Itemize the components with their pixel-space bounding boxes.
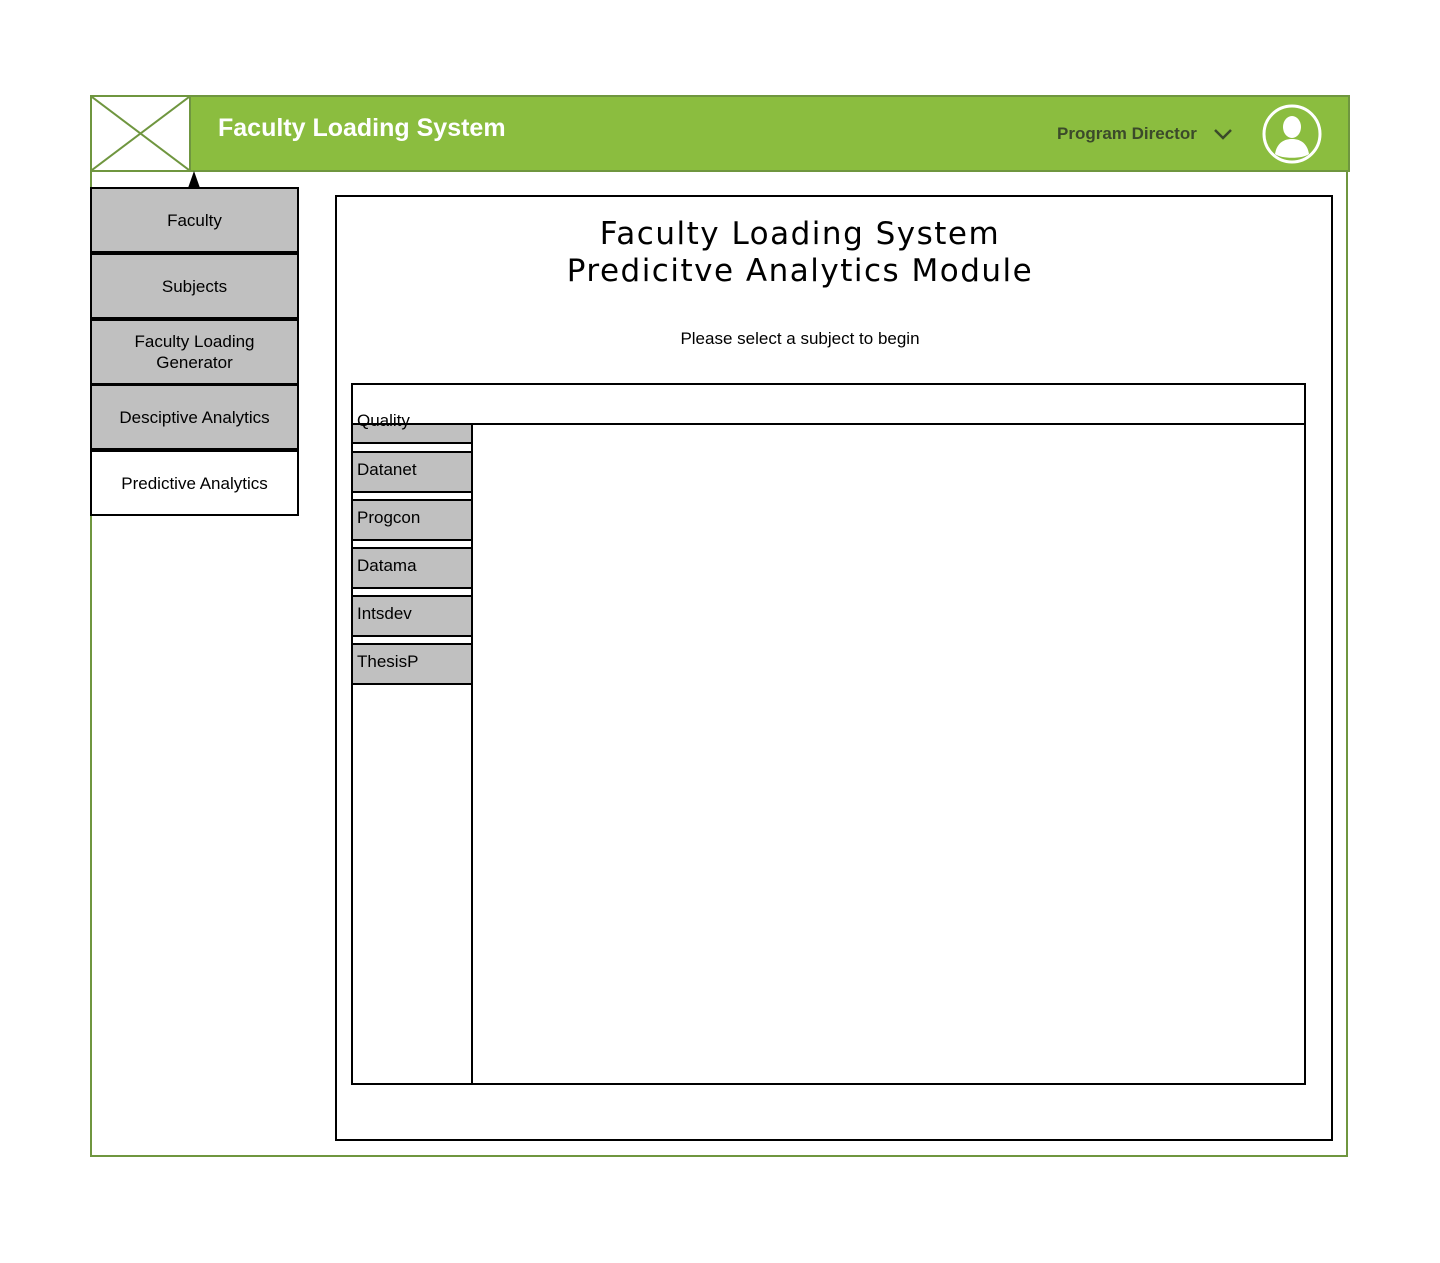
sidebar-item-label: Faculty — [167, 210, 222, 230]
module-title: Faculty Loading System Predicitve Analyt… — [500, 216, 1100, 290]
app-title: Faculty Loading System — [218, 114, 506, 142]
module-title-line-1: Faculty Loading System — [599, 216, 1001, 252]
sidebar-item-label: Faculty Loading Generator — [134, 332, 255, 372]
analytics-result-area — [471, 423, 1306, 1085]
sidebar-item-predictive-analytics[interactable]: Predictive Analytics — [90, 450, 299, 516]
user-avatar-icon[interactable] — [1261, 104, 1323, 164]
sidebar-item-label: Desciptive Analytics — [119, 407, 270, 427]
subject-label: Intsdev — [357, 604, 412, 623]
subject-label: Datama — [357, 556, 417, 575]
module-title-line-2: Predicitve Analytics Module — [566, 253, 1034, 289]
subject-label: Datanet — [357, 460, 417, 479]
subject-label: Quality — [357, 411, 410, 430]
sidebar-item-label: Predictive Analytics — [121, 473, 268, 493]
sidebar-item-subjects[interactable]: Subjects — [90, 253, 299, 319]
subject-label: Progcon — [357, 508, 421, 527]
subject-label: ThesisP — [357, 652, 419, 671]
sidebar-item-descriptive-analytics[interactable]: Desciptive Analytics — [90, 384, 299, 450]
user-role-label[interactable]: Program Director — [1057, 124, 1197, 144]
logo-placeholder-icon[interactable] — [90, 95, 191, 172]
sidebar-item-label: Subjects — [161, 276, 228, 296]
sidebar-item-faculty-loading-generator[interactable]: Faculty Loading Generator — [90, 319, 299, 385]
chevron-down-icon[interactable] — [1210, 123, 1236, 145]
sidebar-item-faculty[interactable]: Faculty — [90, 187, 299, 253]
instruction-text: Please select a subject to begin — [680, 329, 920, 348]
